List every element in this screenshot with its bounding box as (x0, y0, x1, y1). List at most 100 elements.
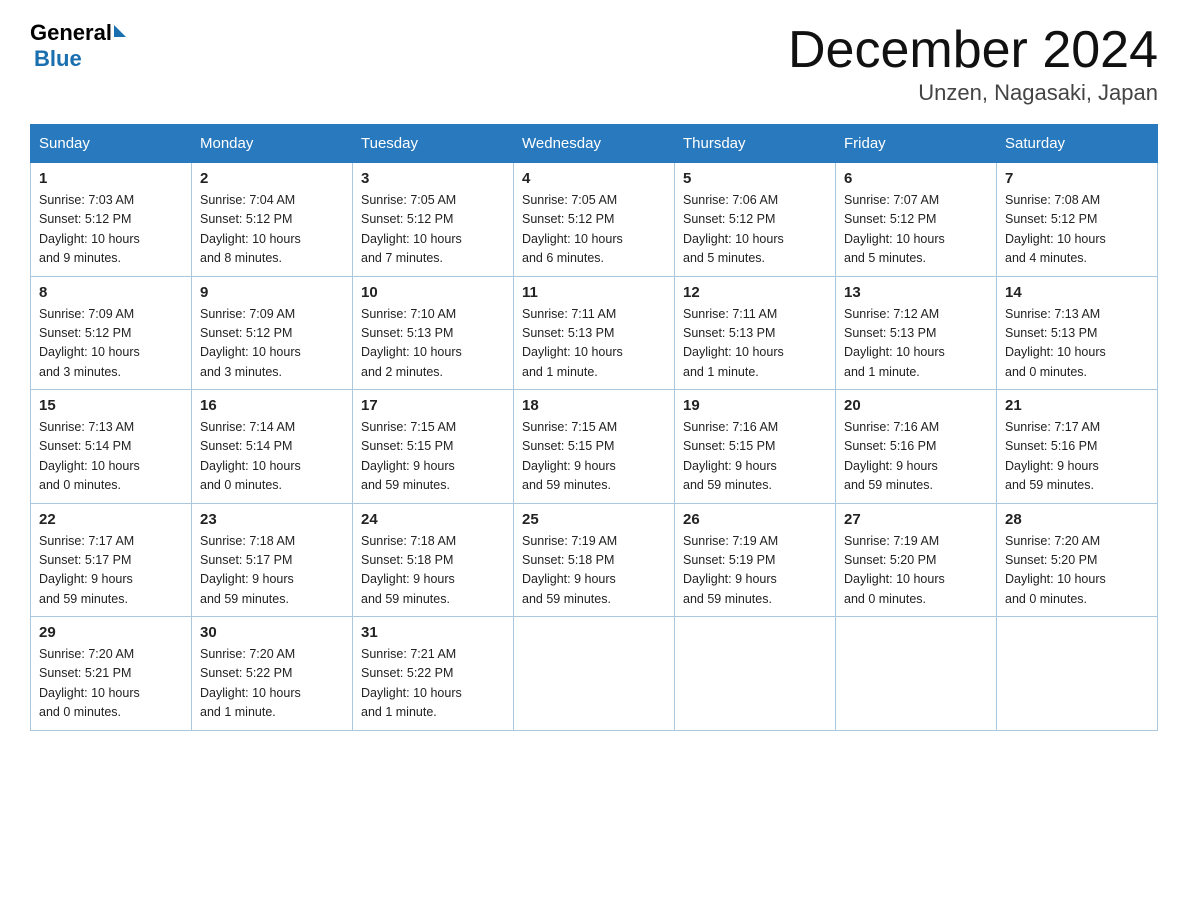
day-info: Sunrise: 7:15 AMSunset: 5:15 PMDaylight:… (522, 420, 617, 492)
page-title: December 2024 (788, 20, 1158, 80)
calendar-cell: 26 Sunrise: 7:19 AMSunset: 5:19 PMDayligh… (675, 503, 836, 617)
page-header: General Blue December 2024 Unzen, Nagasa… (30, 20, 1158, 106)
calendar-cell (675, 617, 836, 731)
day-info: Sunrise: 7:08 AMSunset: 5:12 PMDaylight:… (1005, 193, 1106, 265)
calendar-cell: 9 Sunrise: 7:09 AMSunset: 5:12 PMDaylight… (192, 276, 353, 390)
day-number: 26 (683, 511, 827, 528)
calendar-cell: 27 Sunrise: 7:19 AMSunset: 5:20 PMDayligh… (836, 503, 997, 617)
day-info: Sunrise: 7:21 AMSunset: 5:22 PMDaylight:… (361, 647, 462, 719)
calendar-cell: 14Sunrise: 7:13 AMSunset: 5:13 PMDayligh… (997, 276, 1158, 390)
day-number: 22 (39, 511, 183, 528)
calendar-cell: 10 Sunrise: 7:10 AMSunset: 5:13 PMDayligh… (353, 276, 514, 390)
calendar-cell: 23 Sunrise: 7:18 AMSunset: 5:17 PMDayligh… (192, 503, 353, 617)
weekday-header-friday: Friday (836, 125, 997, 163)
day-number: 18 (522, 397, 666, 414)
day-info: Sunrise: 7:20 AMSunset: 5:20 PMDaylight:… (1005, 534, 1106, 606)
calendar-week-row: 22 Sunrise: 7:17 AMSunset: 5:17 PMDayligh… (31, 503, 1158, 617)
day-info: Sunrise: 7:05 AMSunset: 5:12 PMDaylight:… (361, 193, 462, 265)
calendar-cell: 18 Sunrise: 7:15 AMSunset: 5:15 PMDayligh… (514, 390, 675, 504)
calendar-cell: 29 Sunrise: 7:20 AMSunset: 5:21 PMDayligh… (31, 617, 192, 731)
calendar-cell: 6 Sunrise: 7:07 AMSunset: 5:12 PMDaylight… (836, 163, 997, 277)
weekday-header-sunday: Sunday (31, 125, 192, 163)
calendar-cell: 12 Sunrise: 7:11 AMSunset: 5:13 PMDayligh… (675, 276, 836, 390)
day-info: Sunrise: 7:13 AMSunset: 5:13 PMDaylight:… (1005, 307, 1106, 379)
day-number: 13 (844, 284, 988, 301)
day-number: 15 (39, 397, 183, 414)
day-number: 30 (200, 624, 344, 641)
day-number: 25 (522, 511, 666, 528)
day-number: 10 (361, 284, 505, 301)
day-number: 28 (1005, 511, 1149, 528)
day-number: 23 (200, 511, 344, 528)
calendar-cell: 30 Sunrise: 7:20 AMSunset: 5:22 PMDayligh… (192, 617, 353, 731)
calendar-cell: 15 Sunrise: 7:13 AMSunset: 5:14 PMDayligh… (31, 390, 192, 504)
day-info: Sunrise: 7:11 AMSunset: 5:13 PMDaylight:… (522, 307, 623, 379)
page-subtitle: Unzen, Nagasaki, Japan (788, 80, 1158, 106)
day-number: 19 (683, 397, 827, 414)
day-info: Sunrise: 7:20 AMSunset: 5:21 PMDaylight:… (39, 647, 140, 719)
day-number: 12 (683, 284, 827, 301)
day-info: Sunrise: 7:12 AMSunset: 5:13 PMDaylight:… (844, 307, 945, 379)
day-number: 17 (361, 397, 505, 414)
day-info: Sunrise: 7:15 AMSunset: 5:15 PMDaylight:… (361, 420, 456, 492)
day-number: 16 (200, 397, 344, 414)
calendar-cell: 13 Sunrise: 7:12 AMSunset: 5:13 PMDayligh… (836, 276, 997, 390)
calendar-cell: 28 Sunrise: 7:20 AMSunset: 5:20 PMDayligh… (997, 503, 1158, 617)
day-number: 31 (361, 624, 505, 641)
day-info: Sunrise: 7:20 AMSunset: 5:22 PMDaylight:… (200, 647, 301, 719)
day-info: Sunrise: 7:10 AMSunset: 5:13 PMDaylight:… (361, 307, 462, 379)
day-number: 6 (844, 170, 988, 187)
day-info: Sunrise: 7:19 AMSunset: 5:19 PMDaylight:… (683, 534, 778, 606)
day-info: Sunrise: 7:18 AMSunset: 5:18 PMDaylight:… (361, 534, 456, 606)
day-number: 27 (844, 511, 988, 528)
day-info: Sunrise: 7:06 AMSunset: 5:12 PMDaylight:… (683, 193, 784, 265)
logo-triangle-icon (114, 25, 126, 37)
calendar-cell: 22 Sunrise: 7:17 AMSunset: 5:17 PMDayligh… (31, 503, 192, 617)
day-info: Sunrise: 7:18 AMSunset: 5:17 PMDaylight:… (200, 534, 295, 606)
day-info: Sunrise: 7:16 AMSunset: 5:15 PMDaylight:… (683, 420, 778, 492)
day-number: 3 (361, 170, 505, 187)
calendar-table: SundayMondayTuesdayWednesdayThursdayFrid… (30, 124, 1158, 731)
calendar-cell: 5Sunrise: 7:06 AMSunset: 5:12 PMDaylight… (675, 163, 836, 277)
weekday-header-tuesday: Tuesday (353, 125, 514, 163)
weekday-header-wednesday: Wednesday (514, 125, 675, 163)
day-info: Sunrise: 7:17 AMSunset: 5:16 PMDaylight:… (1005, 420, 1100, 492)
day-info: Sunrise: 7:09 AMSunset: 5:12 PMDaylight:… (39, 307, 140, 379)
day-info: Sunrise: 7:11 AMSunset: 5:13 PMDaylight:… (683, 307, 784, 379)
title-block: December 2024 Unzen, Nagasaki, Japan (788, 20, 1158, 106)
day-info: Sunrise: 7:19 AMSunset: 5:20 PMDaylight:… (844, 534, 945, 606)
day-number: 9 (200, 284, 344, 301)
day-info: Sunrise: 7:03 AMSunset: 5:12 PMDaylight:… (39, 193, 140, 265)
calendar-cell: 19 Sunrise: 7:16 AMSunset: 5:15 PMDayligh… (675, 390, 836, 504)
day-info: Sunrise: 7:14 AMSunset: 5:14 PMDaylight:… (200, 420, 301, 492)
calendar-cell (997, 617, 1158, 731)
day-number: 2 (200, 170, 344, 187)
day-info: Sunrise: 7:07 AMSunset: 5:12 PMDaylight:… (844, 193, 945, 265)
day-info: Sunrise: 7:13 AMSunset: 5:14 PMDaylight:… (39, 420, 140, 492)
day-number: 11 (522, 284, 666, 301)
calendar-cell: 1Sunrise: 7:03 AMSunset: 5:12 PMDaylight… (31, 163, 192, 277)
calendar-cell: 2Sunrise: 7:04 AMSunset: 5:12 PMDaylight… (192, 163, 353, 277)
logo-general-text: General (30, 20, 112, 46)
day-number: 24 (361, 511, 505, 528)
day-info: Sunrise: 7:05 AMSunset: 5:12 PMDaylight:… (522, 193, 623, 265)
day-info: Sunrise: 7:16 AMSunset: 5:16 PMDaylight:… (844, 420, 939, 492)
calendar-cell: 31 Sunrise: 7:21 AMSunset: 5:22 PMDayligh… (353, 617, 514, 731)
day-number: 8 (39, 284, 183, 301)
calendar-week-row: 15 Sunrise: 7:13 AMSunset: 5:14 PMDayligh… (31, 390, 1158, 504)
calendar-cell: 3 Sunrise: 7:05 AMSunset: 5:12 PMDaylight… (353, 163, 514, 277)
calendar-week-row: 29 Sunrise: 7:20 AMSunset: 5:21 PMDayligh… (31, 617, 1158, 731)
day-number: 29 (39, 624, 183, 641)
logo: General Blue (30, 20, 126, 72)
calendar-week-row: 8 Sunrise: 7:09 AMSunset: 5:12 PMDaylight… (31, 276, 1158, 390)
calendar-cell: 16 Sunrise: 7:14 AMSunset: 5:14 PMDayligh… (192, 390, 353, 504)
calendar-cell (836, 617, 997, 731)
calendar-cell: 24 Sunrise: 7:18 AMSunset: 5:18 PMDayligh… (353, 503, 514, 617)
day-number: 4 (522, 170, 666, 187)
day-info: Sunrise: 7:09 AMSunset: 5:12 PMDaylight:… (200, 307, 301, 379)
calendar-cell: 17 Sunrise: 7:15 AMSunset: 5:15 PMDayligh… (353, 390, 514, 504)
day-number: 20 (844, 397, 988, 414)
day-number: 21 (1005, 397, 1149, 414)
day-info: Sunrise: 7:17 AMSunset: 5:17 PMDaylight:… (39, 534, 134, 606)
calendar-cell: 11 Sunrise: 7:11 AMSunset: 5:13 PMDayligh… (514, 276, 675, 390)
